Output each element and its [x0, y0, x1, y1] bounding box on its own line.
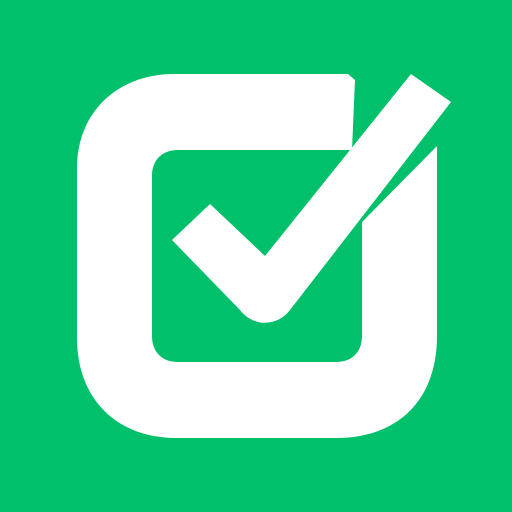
checkbox-checked-icon [0, 0, 512, 512]
app-icon [0, 0, 512, 512]
